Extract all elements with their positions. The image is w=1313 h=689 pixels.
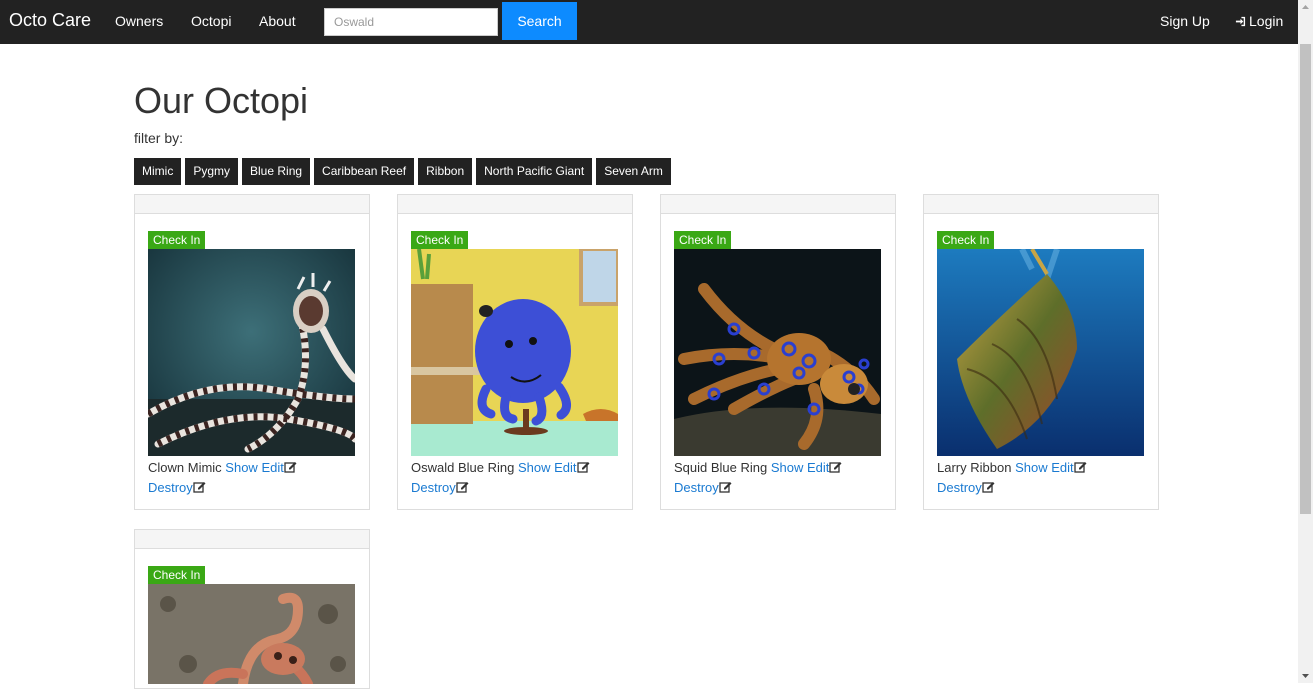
scroll-thumb[interactable] <box>1300 44 1311 514</box>
edit-icon <box>456 482 469 493</box>
card-caption: Larry Ribbon Show Edit Destroy <box>937 458 1152 498</box>
login-label: Login <box>1249 13 1284 29</box>
ribbon-octopus-photo <box>937 249 1144 456</box>
check-in-button[interactable]: Check In <box>937 231 995 250</box>
octopus-name: Clown Mimic <box>148 460 222 475</box>
check-in-button[interactable]: Check In <box>674 231 732 250</box>
reef-octopus-photo <box>148 584 355 684</box>
octopus-card: Check In Clown Mimic Show Edit Destroy <box>134 194 370 510</box>
destroy-link[interactable]: Destroy <box>674 480 732 495</box>
destroy-link[interactable]: Destroy <box>148 480 206 495</box>
scroll-down-icon[interactable] <box>1298 669 1313 683</box>
show-link[interactable]: Show <box>1015 460 1048 475</box>
card-caption: Oswald Blue Ring Show Edit Destroy <box>411 458 626 498</box>
edit-icon <box>1073 462 1087 473</box>
edit-icon <box>829 462 842 473</box>
search-input[interactable] <box>324 8 498 36</box>
edit-label: Edit <box>554 460 577 475</box>
destroy-label: Destroy <box>411 480 456 495</box>
destroy-link[interactable]: Destroy <box>411 480 469 495</box>
edit-icon <box>576 462 590 473</box>
octopus-card: Check In Larry Ribbon Show Edit Destroy <box>923 194 1159 510</box>
filter-button-ribbon[interactable]: Ribbon <box>418 158 473 185</box>
octopus-name: Oswald Blue Ring <box>411 460 515 475</box>
destroy-link[interactable]: Destroy <box>937 480 995 495</box>
brand-link[interactable]: Octo Care <box>9 10 91 31</box>
filter-button-pygmy[interactable]: Pygmy <box>185 158 239 185</box>
login-icon <box>1235 16 1246 27</box>
edit-label: Edit <box>1051 460 1074 475</box>
edit-icon <box>719 482 732 493</box>
page-scrollbar[interactable] <box>1298 0 1313 683</box>
octopus-name: Squid Blue Ring <box>674 460 768 475</box>
octopus-card: Check In <box>134 529 370 689</box>
edit-icon <box>193 482 206 493</box>
filter-button-mimic[interactable]: Mimic <box>134 158 182 185</box>
nav-link-octopi[interactable]: Octopi <box>191 13 231 29</box>
card-caption: Squid Blue Ring Show Edit Destroy <box>674 458 889 498</box>
destroy-label: Destroy <box>674 480 719 495</box>
filter-button-north-pacific-giant[interactable]: North Pacific Giant <box>476 158 593 185</box>
edit-link[interactable]: Edit <box>807 460 842 475</box>
nav-link-owners[interactable]: Owners <box>115 13 163 29</box>
card-header <box>135 195 369 214</box>
card-header <box>135 530 369 549</box>
show-link[interactable]: Show <box>518 460 551 475</box>
edit-link[interactable]: Edit <box>554 460 590 475</box>
login-link[interactable]: Login <box>1235 13 1283 29</box>
edit-label: Edit <box>261 460 284 475</box>
scroll-up-icon[interactable] <box>1298 0 1313 14</box>
edit-label: Edit <box>807 460 830 475</box>
check-in-button[interactable]: Check In <box>411 231 469 250</box>
card-caption: Clown Mimic Show Edit Destroy <box>148 458 363 498</box>
mimic-octopus-photo <box>148 249 355 456</box>
filter-label: filter by: <box>134 130 184 146</box>
filter-button-caribbean-reef[interactable]: Caribbean Reef <box>314 158 415 185</box>
nav-link-about[interactable]: About <box>259 13 296 29</box>
blue-ring-octopus-photo <box>674 249 881 456</box>
filter-button-blue-ring[interactable]: Blue Ring <box>242 158 311 185</box>
filter-bar: Mimic Pygmy Blue Ring Caribbean Reef Rib… <box>134 158 671 185</box>
card-header <box>924 195 1158 214</box>
edit-icon <box>982 482 995 493</box>
check-in-button[interactable]: Check In <box>148 231 206 250</box>
search-button[interactable]: Search <box>502 2 577 40</box>
octopus-card: Check In Oswald Blue Ring Show Edit Dest… <box>397 194 633 510</box>
edit-icon <box>284 462 297 473</box>
edit-link[interactable]: Edit <box>261 460 297 475</box>
cartoon-octopus-photo <box>411 249 618 456</box>
octopus-name: Larry Ribbon <box>937 460 1012 475</box>
show-link[interactable]: Show <box>771 460 804 475</box>
sign-up-link[interactable]: Sign Up <box>1160 13 1210 29</box>
edit-link[interactable]: Edit <box>1051 460 1087 475</box>
octopus-card: Check In Squid Blue Ring Show Edit Destr… <box>660 194 896 510</box>
check-in-button[interactable]: Check In <box>148 566 206 585</box>
filter-button-seven-arm[interactable]: Seven Arm <box>596 158 671 185</box>
destroy-label: Destroy <box>148 480 193 495</box>
card-header <box>661 195 895 214</box>
show-link[interactable]: Show <box>225 460 258 475</box>
destroy-label: Destroy <box>937 480 982 495</box>
page-title: Our Octopi <box>134 80 309 121</box>
top-navbar: Octo Care Owners Octopi About Search Sig… <box>0 0 1298 44</box>
card-header <box>398 195 632 214</box>
